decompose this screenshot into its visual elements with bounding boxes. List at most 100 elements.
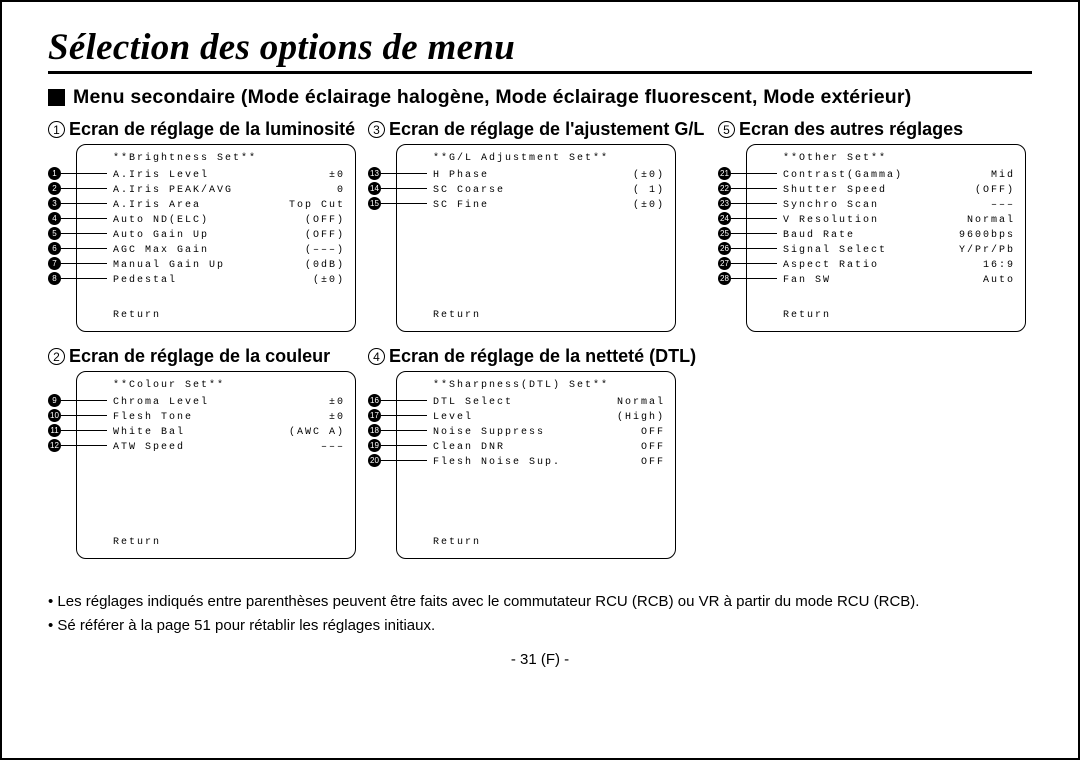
setting-row: Fan SWAuto <box>783 273 1015 288</box>
setting-value: Auto <box>983 275 1015 286</box>
setting-row: Noise SuppressOFF <box>433 425 665 440</box>
note-line: • Sé référer à la page 51 pour rétablir … <box>48 615 1032 637</box>
setting-row: AGC Max Gain(–––) <box>113 243 345 258</box>
setting-label: Baud Rate <box>783 230 855 241</box>
bullet-icon: 3 <box>48 197 61 210</box>
setting-value: (AWC A) <box>289 427 345 438</box>
setting-label: H Phase <box>433 170 489 181</box>
setting-value: Normal <box>617 397 665 408</box>
panel4-return: Return <box>433 537 481 548</box>
setting-row: DTL Select Normal <box>433 395 665 410</box>
bullet-icon: 21 <box>718 167 731 180</box>
setting-label: SC Coarse <box>433 185 505 196</box>
panel1-title: 1 Ecran de réglage de la luminosité <box>48 119 368 140</box>
bullet-icon: 16 <box>368 394 381 407</box>
square-icon <box>48 89 65 106</box>
setting-value: Y/Pr/Pb <box>959 245 1015 256</box>
bullet-icon: 20 <box>368 454 381 467</box>
setting-label: A.Iris Level <box>113 170 209 181</box>
bullet-icon: 9 <box>48 394 61 407</box>
setting-value: ±0 <box>329 412 345 423</box>
panel1: **Brightness Set** A.Iris Level±0A.Iris … <box>76 144 356 332</box>
panel3-title: 3 Ecran de réglage de l'ajustement G/L <box>368 119 718 140</box>
setting-label: Chroma Level <box>113 397 209 408</box>
setting-row: Clean DNROFF <box>433 440 665 455</box>
col-3-top: 5 Ecran des autres réglages **Other Set*… <box>718 119 1033 332</box>
panel2-num: 2 <box>48 348 65 365</box>
bullet-icon: 23 <box>718 197 731 210</box>
panel1-wrap: **Brightness Set** A.Iris Level±0A.Iris … <box>48 144 368 332</box>
bullet-icon: 22 <box>718 182 731 195</box>
setting-label: Contrast(Gamma) <box>783 170 903 181</box>
setting-label: ATW Speed <box>113 442 185 453</box>
setting-label: DTL Select <box>433 397 513 408</box>
setting-value: (OFF) <box>305 215 345 226</box>
bullet-icon: 28 <box>718 272 731 285</box>
col-2-bot: 4 Ecran de réglage de la netteté (DTL) *… <box>368 346 718 559</box>
bullet-icon: 14 <box>368 182 381 195</box>
setting-value: (0dB) <box>305 260 345 271</box>
setting-row: Pedestal(±0) <box>113 273 345 288</box>
setting-row: ATW Speed ––– <box>113 440 345 455</box>
setting-value: (OFF) <box>305 230 345 241</box>
setting-value: 0 <box>337 185 345 196</box>
panel3-num: 3 <box>368 121 385 138</box>
setting-row: Contrast(Gamma)Mid <box>783 168 1015 183</box>
panel4-title: 4 Ecran de réglage de la netteté (DTL) <box>368 346 718 367</box>
panel1-header: **Brightness Set** <box>113 153 345 164</box>
bullet-icon: 17 <box>368 409 381 422</box>
panel3-return: Return <box>433 310 481 321</box>
bullet-icon: 6 <box>48 242 61 255</box>
panel2: **Colour Set** Chroma Level±0Flesh Tone±… <box>76 371 356 559</box>
setting-value: (High) <box>617 412 665 423</box>
bullet-icon: 1 <box>48 167 61 180</box>
setting-label: Flesh Noise Sup. <box>433 457 561 468</box>
page-number: - 31 (F) - <box>48 651 1032 668</box>
setting-value: OFF <box>641 457 665 468</box>
page: Sélection des options de menu Menu secon… <box>0 0 1080 760</box>
panel3-wrap: **G/L Adjustment Set** H Phase(±0)SC Coa… <box>368 144 718 332</box>
setting-value: (±0) <box>633 200 665 211</box>
bullet-icon: 13 <box>368 167 381 180</box>
bullet-icon: 11 <box>48 424 61 437</box>
setting-label: Auto ND(ELC) <box>113 215 209 226</box>
bullet-icon: 4 <box>48 212 61 225</box>
setting-value: (±0) <box>633 170 665 181</box>
panels-grid: 1 Ecran de réglage de la luminosité **Br… <box>48 119 1032 573</box>
setting-value: (–––) <box>305 245 345 256</box>
setting-label: Clean DNR <box>433 442 505 453</box>
panel3-title-text: Ecran de réglage de l'ajustement G/L <box>389 119 704 140</box>
setting-value: ±0 <box>329 170 345 181</box>
setting-row: Aspect Ratio16:9 <box>783 258 1015 273</box>
panel1-title-text: Ecran de réglage de la luminosité <box>69 119 355 140</box>
page-title: Sélection des options de menu <box>48 26 1032 74</box>
bullet-icon: 8 <box>48 272 61 285</box>
setting-label: A.Iris Area <box>113 200 201 211</box>
setting-row: Manual Gain Up (0dB) <box>113 258 345 273</box>
bullet-icon: 5 <box>48 227 61 240</box>
setting-label: SC Fine <box>433 200 489 211</box>
note-line: • Les réglages indiqués entre parenthèse… <box>48 591 1032 613</box>
col-1-top: 1 Ecran de réglage de la luminosité **Br… <box>48 119 368 332</box>
setting-label: A.Iris PEAK/AVG <box>113 185 233 196</box>
setting-row: Chroma Level±0 <box>113 395 345 410</box>
panel2-title: 2 Ecran de réglage de la couleur <box>48 346 368 367</box>
panel1-num: 1 <box>48 121 65 138</box>
setting-row: Flesh Noise Sup. OFF <box>433 455 665 470</box>
setting-value: ––– <box>321 442 345 453</box>
panel5-return: Return <box>783 310 831 321</box>
setting-row: A.Iris Level ±0 <box>113 168 345 183</box>
setting-row: Synchro Scan––– <box>783 198 1015 213</box>
panel4-wrap: **Sharpness(DTL) Set** DTL SelectNormal … <box>368 371 718 559</box>
bullet-icon: 10 <box>48 409 61 422</box>
setting-value: Top Cut <box>289 200 345 211</box>
panel5-title: 5 Ecran des autres réglages <box>718 119 1033 140</box>
panel2-title-text: Ecran de réglage de la couleur <box>69 346 330 367</box>
bullet-icon: 18 <box>368 424 381 437</box>
setting-label: Synchro Scan <box>783 200 879 211</box>
setting-label: White Bal <box>113 427 185 438</box>
setting-label: Manual Gain Up <box>113 260 225 271</box>
setting-label: Noise Suppress <box>433 427 545 438</box>
notes: • Les réglages indiqués entre parenthèse… <box>48 591 1032 637</box>
setting-value: (±0) <box>313 275 345 286</box>
